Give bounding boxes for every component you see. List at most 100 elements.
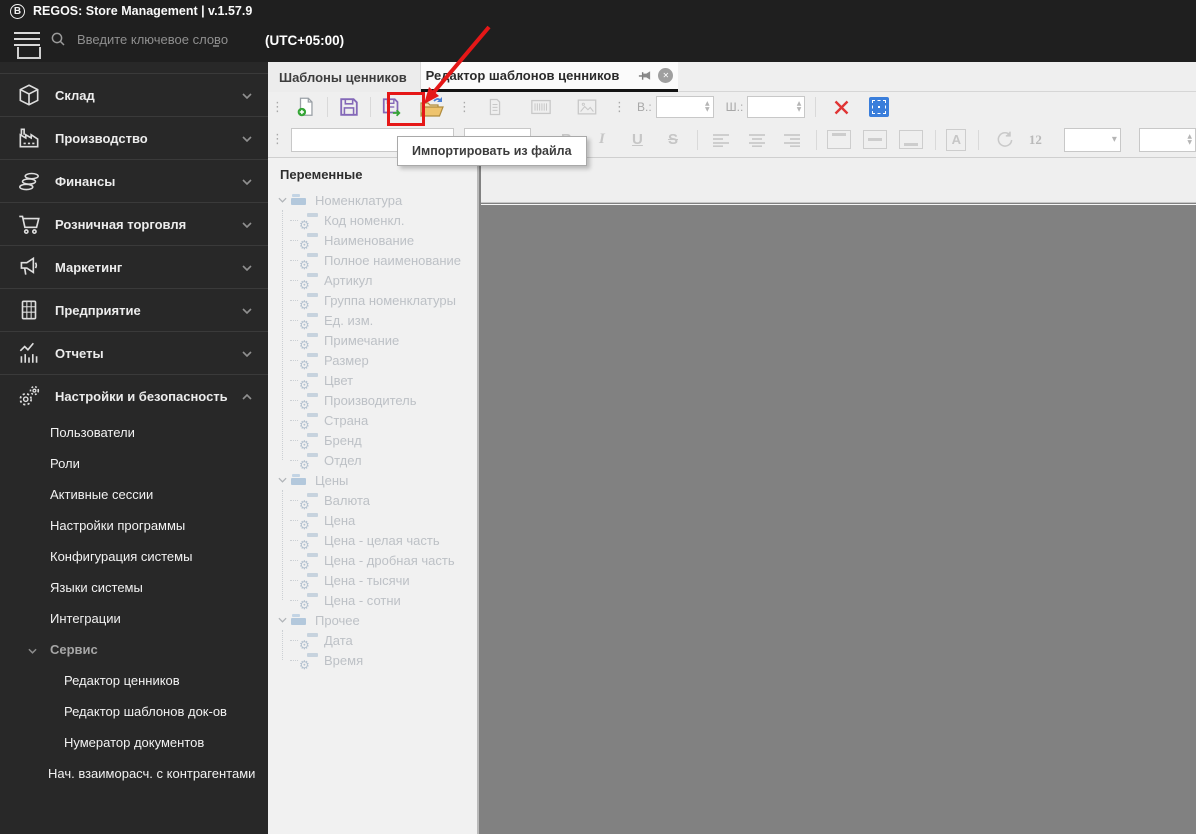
tree-item[interactable]: ⚙ Валюта [268, 490, 477, 510]
grid-toggle-button[interactable] [864, 94, 894, 120]
subitem-label: Пользователи [50, 425, 135, 440]
tree-item[interactable]: ⚙ Наименование [268, 230, 477, 250]
save-button[interactable] [334, 94, 364, 120]
sidebar-subitem-doc-template-editor[interactable]: Редактор шаблонов док-ов [0, 696, 268, 727]
tab-price-tag-template-editor[interactable]: Редактор шаблонов ценников ✕ [421, 62, 678, 92]
tree-item-label: Артикул [324, 273, 372, 288]
chevron-up-icon [242, 387, 252, 405]
sidebar-item-finance[interactable]: Финансы [0, 159, 268, 202]
tree-item[interactable]: ⚙ Цена - сотни [268, 590, 477, 610]
sidebar-subitem-integrations[interactable]: Интеграции [0, 603, 268, 634]
design-canvas[interactable] [481, 204, 1196, 834]
variable-icon: ⚙ [299, 433, 318, 448]
sidebar-item-marketing[interactable]: Маркетинг [0, 245, 268, 288]
variable-icon: ⚙ [299, 593, 318, 608]
sidebar-subitem-mutual-settlements[interactable]: Нач. взаиморасч. с контрагентами [0, 758, 268, 789]
new-template-button[interactable] [291, 94, 321, 120]
align-center-button [743, 127, 771, 153]
tree-item-label: Время [324, 653, 363, 668]
tree-item[interactable]: ⚙ Размер [268, 350, 477, 370]
tree-group-other[interactable]: Прочее [268, 610, 477, 630]
variable-icon: ⚙ [299, 353, 318, 368]
sidebar-subitem-system-configuration[interactable]: Конфигурация системы [0, 541, 268, 572]
tab-price-tag-templates[interactable]: Шаблоны ценников [268, 62, 421, 92]
sidebar-item-label: Розничная торговля [55, 217, 186, 232]
delete-button[interactable] [826, 94, 856, 120]
sidebar-item-label: Отчеты [55, 346, 104, 361]
tree-item[interactable]: ⚙ Цена - дробная часть [268, 550, 477, 570]
variable-icon: ⚙ [299, 653, 318, 668]
close-icon[interactable]: ✕ [658, 68, 673, 83]
sidebar-item-settings-security[interactable]: Настройки и безопасность [0, 374, 268, 417]
sidebar-item-production[interactable]: Производство [0, 116, 268, 159]
sidebar-item-warehouse[interactable]: Склад [0, 73, 268, 116]
tree-item[interactable]: ⚙ Цена - целая часть [268, 530, 477, 550]
tree-item[interactable]: ⚙ Отдел [268, 450, 477, 470]
group-icon [291, 614, 308, 626]
image-tool-button [572, 94, 602, 120]
tree-item[interactable]: ⚙ Артикул [268, 270, 477, 290]
tree-item-label: Бренд [324, 433, 362, 448]
sidebar-subitem-program-settings[interactable]: Настройки программы [0, 510, 268, 541]
pin-icon[interactable] [637, 68, 652, 83]
tree-item-label: Цвет [324, 373, 353, 388]
font-color-button: A [946, 129, 966, 151]
tab-strip: Шаблоны ценников Редактор шаблонов ценни… [268, 62, 1196, 92]
tree-item[interactable]: ⚙ Примечание [268, 330, 477, 350]
tree-item[interactable]: ⚙ Бренд [268, 430, 477, 450]
variable-icon: ⚙ [299, 453, 318, 468]
tree-item[interactable]: ⚙ Страна [268, 410, 477, 430]
height-label: В.: [637, 100, 652, 114]
variable-icon: ⚙ [299, 253, 318, 268]
sidebar-subitem-service[interactable]: Сервис [0, 634, 268, 665]
tree-item[interactable]: ⚙ Производитель [268, 390, 477, 410]
tree-item[interactable]: ⚙ Цена - тысячи [268, 570, 477, 590]
sidebar-item-retail[interactable]: Розничная торговля [0, 202, 268, 245]
tree-group-prices[interactable]: Цены [268, 470, 477, 490]
sidebar-subitem-users[interactable]: Пользователи [0, 417, 268, 448]
tree-item[interactable]: ⚙ Дата [268, 630, 477, 650]
tree-group-nomenclature[interactable]: Номенклатура [268, 190, 477, 210]
tree-item-label: Цена - тысячи [324, 573, 410, 588]
tree-item-label: Полное наименование [324, 253, 461, 268]
subitem-label: Редактор шаблонов док-ов [64, 704, 227, 719]
tree-item[interactable]: ⚙ Цена [268, 510, 477, 530]
toolbar-drag-handle[interactable]: ⋮ [268, 132, 287, 147]
hamburger-menu-icon[interactable] [14, 32, 40, 46]
clipped-menu-dash [213, 45, 219, 47]
text-tool-button [480, 94, 510, 120]
variable-icon: ⚙ [299, 273, 318, 288]
rotation-angle-badge: 12 [1029, 132, 1042, 148]
search-input[interactable] [75, 31, 260, 48]
subitem-label: Конфигурация системы [50, 549, 192, 564]
sidebar-subitem-roles[interactable]: Роли [0, 448, 268, 479]
tree-item[interactable]: ⚙ Цвет [268, 370, 477, 390]
sidebar-subitem-document-numerator[interactable]: Нумератор документов [0, 727, 268, 758]
tree-item[interactable]: ⚙ Группа номенклатуры [268, 290, 477, 310]
tree-item[interactable]: ⚙ Полное наименование [268, 250, 477, 270]
tree-group-label: Номенклатура [315, 193, 402, 208]
subitem-label: Интеграции [50, 611, 121, 626]
sidebar-item-reports[interactable]: Отчеты [0, 331, 268, 374]
align-right-button [779, 127, 807, 153]
sidebar-subitem-system-languages[interactable]: Языки системы [0, 572, 268, 603]
tab-label: Редактор шаблонов ценников [426, 68, 620, 83]
sidebar-subitem-active-sessions[interactable]: Активные сессии [0, 479, 268, 510]
valign-middle-button [863, 130, 887, 149]
toolbar-drag-handle[interactable]: ⋮ [268, 100, 287, 115]
tree-item-label: Код номенкл. [324, 213, 405, 228]
tree-item[interactable]: ⚙ Код номенкл. [268, 210, 477, 230]
factory-icon [14, 124, 44, 152]
sidebar-subitem-price-tag-editor[interactable]: Редактор ценников [0, 665, 268, 696]
underline-button: U [624, 131, 652, 148]
sidebar-item-enterprise[interactable]: Предприятие [0, 288, 268, 331]
warehouse-box-icon [14, 81, 44, 109]
tree-item[interactable]: ⚙ Время [268, 650, 477, 670]
subitem-label: Языки системы [50, 580, 143, 595]
toolbar-drag-handle[interactable]: ⋮ [455, 100, 474, 115]
variable-icon: ⚙ [299, 233, 318, 248]
variable-icon: ⚙ [299, 393, 318, 408]
toolbar-drag-handle[interactable]: ⋮ [610, 100, 629, 115]
coins-icon [14, 167, 44, 195]
tree-item[interactable]: ⚙ Ед. изм. [268, 310, 477, 330]
